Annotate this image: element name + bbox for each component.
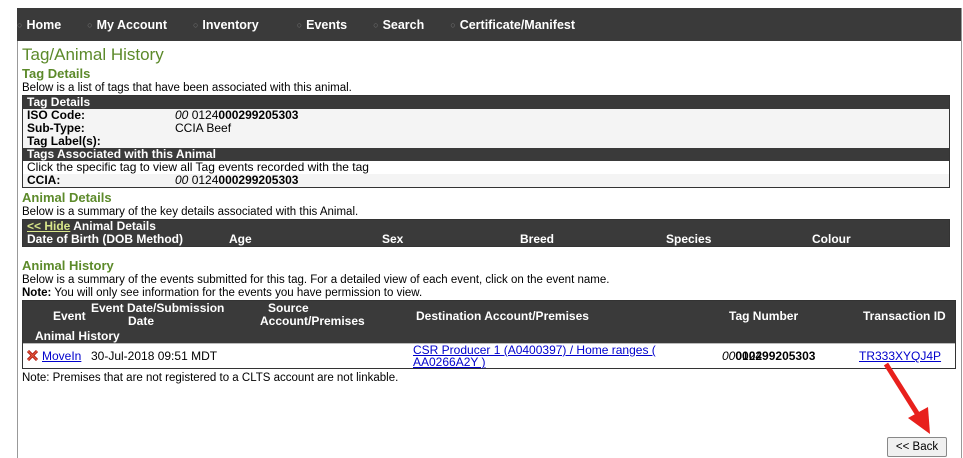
animal-history-subheader: Animal History	[35, 329, 120, 343]
top-nav: ○ Home ○ My Account ○ Inventory ○ Events ○ Se…	[17, 8, 961, 41]
col-destination: Destination Account/Premises	[416, 309, 589, 323]
bullet-icon: ○	[17, 19, 23, 30]
col-breed: Breed	[520, 232, 555, 246]
page-title: Tag/Animal History	[22, 45, 164, 64]
iso-bold: 000299205303	[218, 108, 299, 122]
nav-my-account[interactable]: ○ My Account	[87, 18, 167, 32]
animal-details-description: Below is a summary of the key details as…	[22, 206, 359, 218]
col-event-date: Event Date/Submission	[91, 301, 225, 315]
event-date-value: 30-Jul-2018 09:51 MDT	[91, 349, 218, 363]
event-movein-link[interactable]: MoveIn	[42, 349, 81, 363]
nav-certificate-manifest-label: Certificate/Manifest	[459, 17, 576, 32]
nav-certificate-manifest[interactable]: ○ Certificate/Manifest	[450, 18, 575, 32]
nav-events[interactable]: ○ Events	[297, 18, 347, 32]
tag-details-box-title: Tag Details	[23, 96, 949, 109]
animal-details-title-text: Animal Details	[70, 219, 156, 233]
nav-search-label: Search	[382, 17, 425, 32]
nav-events-label: Events	[306, 17, 348, 32]
tag-number-value: 00 0124 000299205303	[722, 350, 815, 362]
nav-inventory-label: Inventory	[202, 17, 259, 32]
col-sex: Sex	[382, 232, 404, 246]
nav-home-label: Home	[26, 17, 62, 32]
bullet-icon: ○	[450, 19, 456, 30]
bullet-icon: ○	[87, 19, 93, 30]
nav-my-account-label: My Account	[96, 17, 167, 32]
iso-code-row: ISO Code: 00 0124000299205303	[23, 109, 949, 122]
animal-details-box: << Hide Animal Details Date of Birth (DO…	[22, 219, 950, 247]
animal-history-heading: Animal History	[22, 258, 114, 273]
note-text: You will only see information for the ev…	[51, 287, 423, 299]
ccia-tag-link[interactable]: 00 0124000299205303	[175, 174, 298, 187]
bullet-icon: ○	[192, 19, 199, 30]
ccia-row: CCIA: 00 0124000299205303	[23, 174, 949, 187]
tag-details-box: Tag Details ISO Code: 00 012400029920530…	[22, 95, 950, 188]
subtype-value: CCIA Beef	[175, 121, 232, 135]
delete-x-icon[interactable]	[27, 350, 38, 361]
animal-history-description: Below is a summary of the events submitt…	[22, 274, 610, 286]
col-source-2: Account/Premises	[260, 314, 365, 328]
tag-mid: 0124	[735, 349, 763, 363]
table-row: MoveIn 30-Jul-2018 09:51 MDT CSR Produce…	[23, 343, 955, 368]
col-dob: Date of Birth (DOB Method)	[27, 232, 183, 246]
animal-history-note: Note: You will only see information for …	[22, 287, 956, 300]
col-age: Age	[229, 232, 252, 246]
red-arrow-icon	[883, 362, 930, 434]
tag-details-heading: Tag Details	[22, 66, 91, 81]
tag-details-description: Below is a list of tags that have been a…	[22, 82, 352, 94]
col-tag-number: Tag Number	[729, 309, 799, 323]
bullet-icon: ○	[296, 19, 303, 30]
destination-link-2[interactable]: AA0266A2Y )	[413, 355, 486, 369]
iso-prefix: 00	[175, 108, 189, 122]
iso-mid: 0124	[188, 108, 219, 122]
tag-prefix: 00	[722, 349, 736, 363]
premises-footer-note: Note: Premises that are not registered t…	[22, 372, 399, 384]
animal-history-header: Event Event Date/Submission Date Source …	[23, 301, 955, 343]
hide-animal-details-link[interactable]: << Hide	[27, 219, 70, 233]
nav-home[interactable]: ○ Home	[17, 18, 61, 32]
nav-search[interactable]: ○ Search	[373, 18, 424, 32]
ccia-prefix: 00	[175, 173, 189, 187]
ccia-bold: 000299205303	[218, 173, 299, 187]
main-content: Tag/Animal History Tag Details Below is …	[22, 44, 956, 385]
col-event-date-2: Date	[128, 314, 155, 328]
col-species: Species	[666, 232, 712, 246]
col-transaction-id: Transaction ID	[863, 309, 946, 323]
bullet-icon: ○	[373, 19, 379, 30]
nav-inventory[interactable]: ○ Inventory	[193, 18, 259, 32]
note-label: Note:	[22, 287, 52, 299]
tags-associated-description: Click the specific tag to view all Tag e…	[23, 161, 949, 174]
animal-details-columns: Date of Birth (DOB Method) Age Sex Breed…	[23, 233, 949, 246]
animal-history-table: Event Event Date/Submission Date Source …	[22, 300, 956, 369]
col-source: Source	[268, 301, 309, 315]
animal-details-heading: Animal Details	[22, 190, 112, 205]
back-button[interactable]: << Back	[887, 437, 947, 457]
ccia-label: CCIA:	[27, 173, 61, 187]
subtype-row: Sub-Type: CCIA Beef	[23, 122, 949, 135]
col-colour: Colour	[812, 232, 851, 246]
ccia-mid: 0124	[188, 173, 219, 187]
col-event: Event	[53, 309, 86, 323]
